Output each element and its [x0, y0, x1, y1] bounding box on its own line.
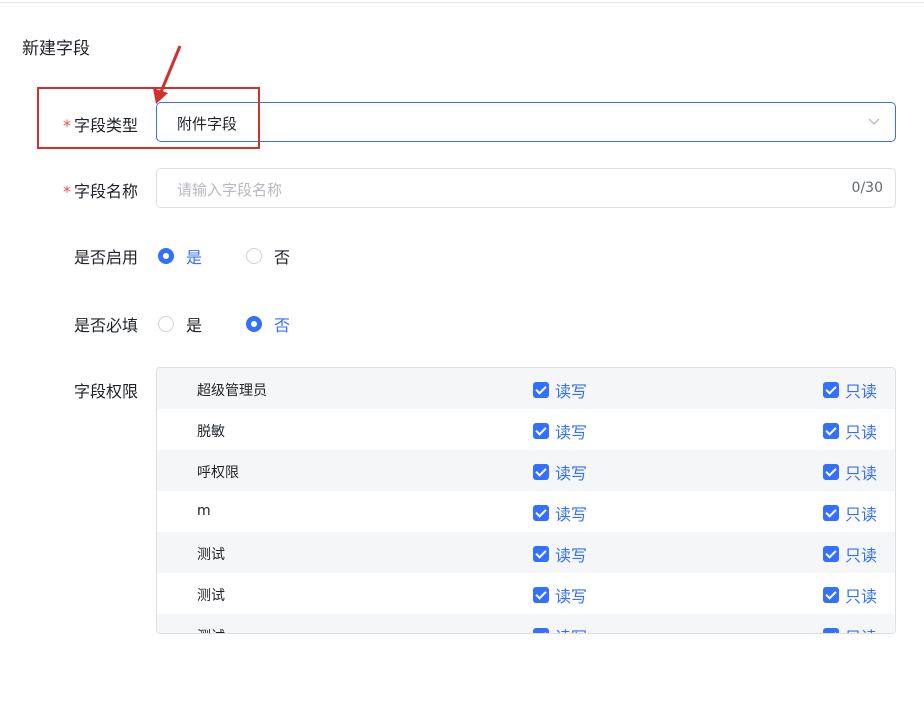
table-row: 脱敏 读写 只读: [157, 409, 895, 450]
read-only-label: 只读: [845, 546, 878, 565]
read-write-checkbox[interactable]: 读写: [533, 501, 587, 525]
read-write-label: 读写: [555, 382, 588, 401]
checkbox-checked-icon: [823, 587, 839, 603]
top-divider: [0, 2, 924, 3]
checkbox-checked-icon: [823, 464, 839, 480]
read-only-checkbox[interactable]: 只读: [823, 624, 877, 633]
read-only-label: 只读: [845, 624, 877, 633]
read-only-label: 只读: [845, 423, 878, 442]
read-write-label: 读写: [555, 546, 588, 565]
read-write-label: 读写: [555, 423, 588, 442]
read-only-label: 只读: [845, 587, 878, 606]
read-only-checkbox[interactable]: 只读: [823, 460, 877, 484]
role-name: m: [197, 503, 211, 519]
role-name: 超级管理员: [197, 383, 267, 399]
permissions-table[interactable]: 超级管理员 读写 只读 脱敏 读写 只读 呼权限 读写 只读 m 读写 只读 测…: [156, 367, 896, 634]
table-row: m 读写 只读: [157, 491, 895, 532]
field-name-placeholder: 请输入字段名称: [177, 181, 283, 199]
required-yes-radio[interactable]: 是: [158, 312, 202, 336]
role-name: 测试: [197, 626, 225, 633]
field-name-label-text: 字段名称: [73, 182, 138, 201]
enabled-label: 是否启用: [73, 248, 138, 267]
radio-checked-icon: [246, 316, 262, 332]
read-write-label: 读写: [555, 624, 587, 633]
read-write-checkbox[interactable]: 读写: [533, 624, 587, 633]
chevron-down-icon: [868, 118, 880, 125]
table-row: 测试 读写 只读: [157, 532, 895, 573]
checkbox-checked-icon: [533, 505, 549, 521]
read-only-checkbox[interactable]: 只读: [823, 378, 877, 402]
read-write-checkbox[interactable]: 读写: [533, 378, 587, 402]
checkbox-checked-icon: [823, 382, 839, 398]
role-name: 呼权限: [197, 465, 239, 481]
read-write-label: 读写: [555, 464, 588, 483]
read-write-checkbox[interactable]: 读写: [533, 542, 587, 566]
char-counter: 0/30: [851, 180, 883, 196]
radio-unchecked-icon: [158, 316, 174, 332]
permissions-label: 字段权限: [73, 382, 138, 401]
read-only-checkbox[interactable]: 只读: [823, 583, 877, 607]
checkbox-checked-icon: [533, 464, 549, 480]
page-title: 新建字段: [22, 39, 90, 59]
enabled-yes-label: 是: [186, 248, 203, 267]
role-name: 测试: [197, 588, 225, 604]
checkbox-checked-icon: [823, 628, 839, 633]
read-only-checkbox[interactable]: 只读: [823, 542, 877, 566]
radio-unchecked-icon: [246, 248, 262, 264]
read-only-label: 只读: [845, 464, 878, 483]
read-only-checkbox[interactable]: 只读: [823, 419, 877, 443]
required-no-radio[interactable]: 否: [246, 312, 290, 336]
read-write-checkbox[interactable]: 读写: [533, 583, 587, 607]
read-only-checkbox[interactable]: 只读: [823, 501, 877, 525]
table-row: 超级管理员 读写 只读: [157, 368, 895, 409]
table-row: 呼权限 读写 只读: [157, 450, 895, 491]
checkbox-checked-icon: [533, 382, 549, 398]
checkbox-checked-icon: [533, 628, 549, 633]
read-write-checkbox[interactable]: 读写: [533, 419, 587, 443]
radio-checked-icon: [158, 248, 174, 264]
field-type-select[interactable]: 附件字段: [156, 102, 896, 142]
read-write-label: 读写: [555, 505, 588, 524]
read-only-label: 只读: [845, 505, 878, 524]
checkbox-checked-icon: [823, 423, 839, 439]
required-label: 是否必填: [73, 316, 138, 335]
checkbox-checked-icon: [533, 423, 549, 439]
checkbox-checked-icon: [823, 546, 839, 562]
required-no-label: 否: [274, 316, 291, 335]
required-mark: *: [62, 182, 71, 201]
checkbox-checked-icon: [823, 505, 839, 521]
enabled-no-label: 否: [274, 248, 291, 267]
enabled-no-radio[interactable]: 否: [246, 244, 290, 268]
read-write-checkbox[interactable]: 读写: [533, 460, 587, 484]
required-yes-label: 是: [186, 316, 203, 335]
checkbox-checked-icon: [533, 587, 549, 603]
checkbox-checked-icon: [533, 546, 549, 562]
table-row: 测试 读写 只读: [157, 573, 895, 614]
enabled-yes-radio[interactable]: 是: [158, 244, 202, 268]
field-name-label: * 字段名称: [63, 178, 138, 202]
arrow-icon: [153, 45, 182, 104]
field-name-input[interactable]: 请输入字段名称 0/30: [156, 168, 896, 208]
role-name: 脱敏: [197, 424, 225, 440]
role-name: 测试: [197, 547, 225, 563]
table-row: 测试 读写 只读: [157, 614, 895, 633]
read-only-label: 只读: [845, 382, 878, 401]
read-write-label: 读写: [555, 587, 588, 606]
